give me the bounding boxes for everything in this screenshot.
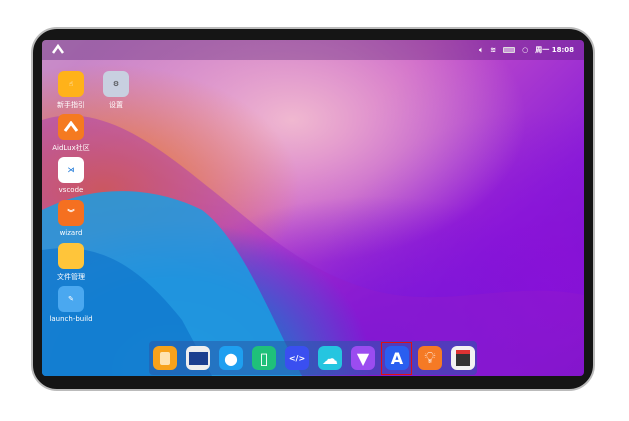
dock-calculator[interactable]	[451, 346, 475, 370]
desktop-icon-aidlux[interactable]: AidLux社区	[42, 114, 103, 153]
desktop-icon-wizard[interactable]: ︾ wizard	[42, 200, 103, 237]
dock-files[interactable]	[153, 346, 177, 370]
calculator-icon	[456, 350, 470, 366]
dock-browser[interactable]: ●	[219, 346, 243, 370]
dock-app-store[interactable]: A	[385, 346, 409, 370]
folder-icon	[58, 243, 84, 269]
code-editor-icon: </>	[288, 353, 306, 363]
day-label: 周一	[535, 46, 550, 54]
lightbulb-icon: 💡︎	[424, 348, 436, 367]
dock-cloud[interactable]: ☁	[318, 346, 342, 370]
hand-pointer-icon: ☝	[58, 71, 84, 97]
volume-icon[interactable]: 🔈︎	[479, 46, 483, 55]
dock-exit[interactable]: ▯	[252, 346, 276, 370]
desktop-screen: 🔈︎ ≋ ○ 周一 18:08 ☝ 新手指引 ⚙ 设置 AidLux社区 ⋊ vsco…	[42, 40, 584, 376]
desktop-icon-files[interactable]: 文件管理	[42, 243, 103, 282]
aidlux-menu-icon[interactable]	[52, 44, 64, 54]
dock-ideas[interactable]: 💡︎	[418, 346, 442, 370]
icon-label: wizard	[59, 229, 83, 237]
clock: 18:08	[551, 46, 574, 54]
browser-planet-icon: ●	[224, 348, 238, 368]
files-icon	[160, 351, 170, 365]
desktop-icon-launch-build[interactable]: ✎ launch-build	[42, 286, 103, 323]
battery-icon[interactable]	[503, 47, 516, 53]
vscode-icon: ⋊	[58, 157, 84, 183]
icon-label: launch-build	[49, 315, 93, 323]
desktop-icon-settings[interactable]: ⚙ 设置	[84, 71, 148, 110]
settings-gear-icon: ⚙	[103, 71, 129, 97]
dock: ● ▯ </> ☁ ▼ A 💡︎	[149, 341, 477, 375]
terminal-icon	[188, 351, 208, 365]
paint-brush-icon: ▼	[356, 348, 370, 368]
wifi-icon[interactable]: ≋	[490, 46, 496, 54]
icon-label: 新手指引	[57, 101, 85, 109]
icon-label: 文件管理	[57, 273, 85, 281]
exit-door-icon: ▯	[259, 348, 269, 368]
icon-label: AidLux社区	[52, 144, 90, 152]
top-status-bar: 🔈︎ ≋ ○ 周一 18:08	[42, 40, 584, 60]
aidlux-logo-icon	[58, 114, 84, 140]
tools-icon: ✎	[58, 286, 84, 312]
desktop-icon-vscode[interactable]: ⋊ vscode	[42, 157, 103, 194]
dock-code[interactable]: </>	[285, 346, 309, 370]
icon-label: vscode	[58, 186, 84, 194]
search-icon[interactable]: ○	[522, 46, 528, 54]
wizard-icon: ︾	[58, 200, 84, 226]
app-store-icon: A	[390, 348, 404, 368]
cloud-icon: ☁	[322, 348, 338, 368]
dock-terminal[interactable]	[186, 346, 210, 370]
dock-paint[interactable]: ▼	[351, 346, 375, 370]
icon-label: 设置	[109, 101, 123, 109]
